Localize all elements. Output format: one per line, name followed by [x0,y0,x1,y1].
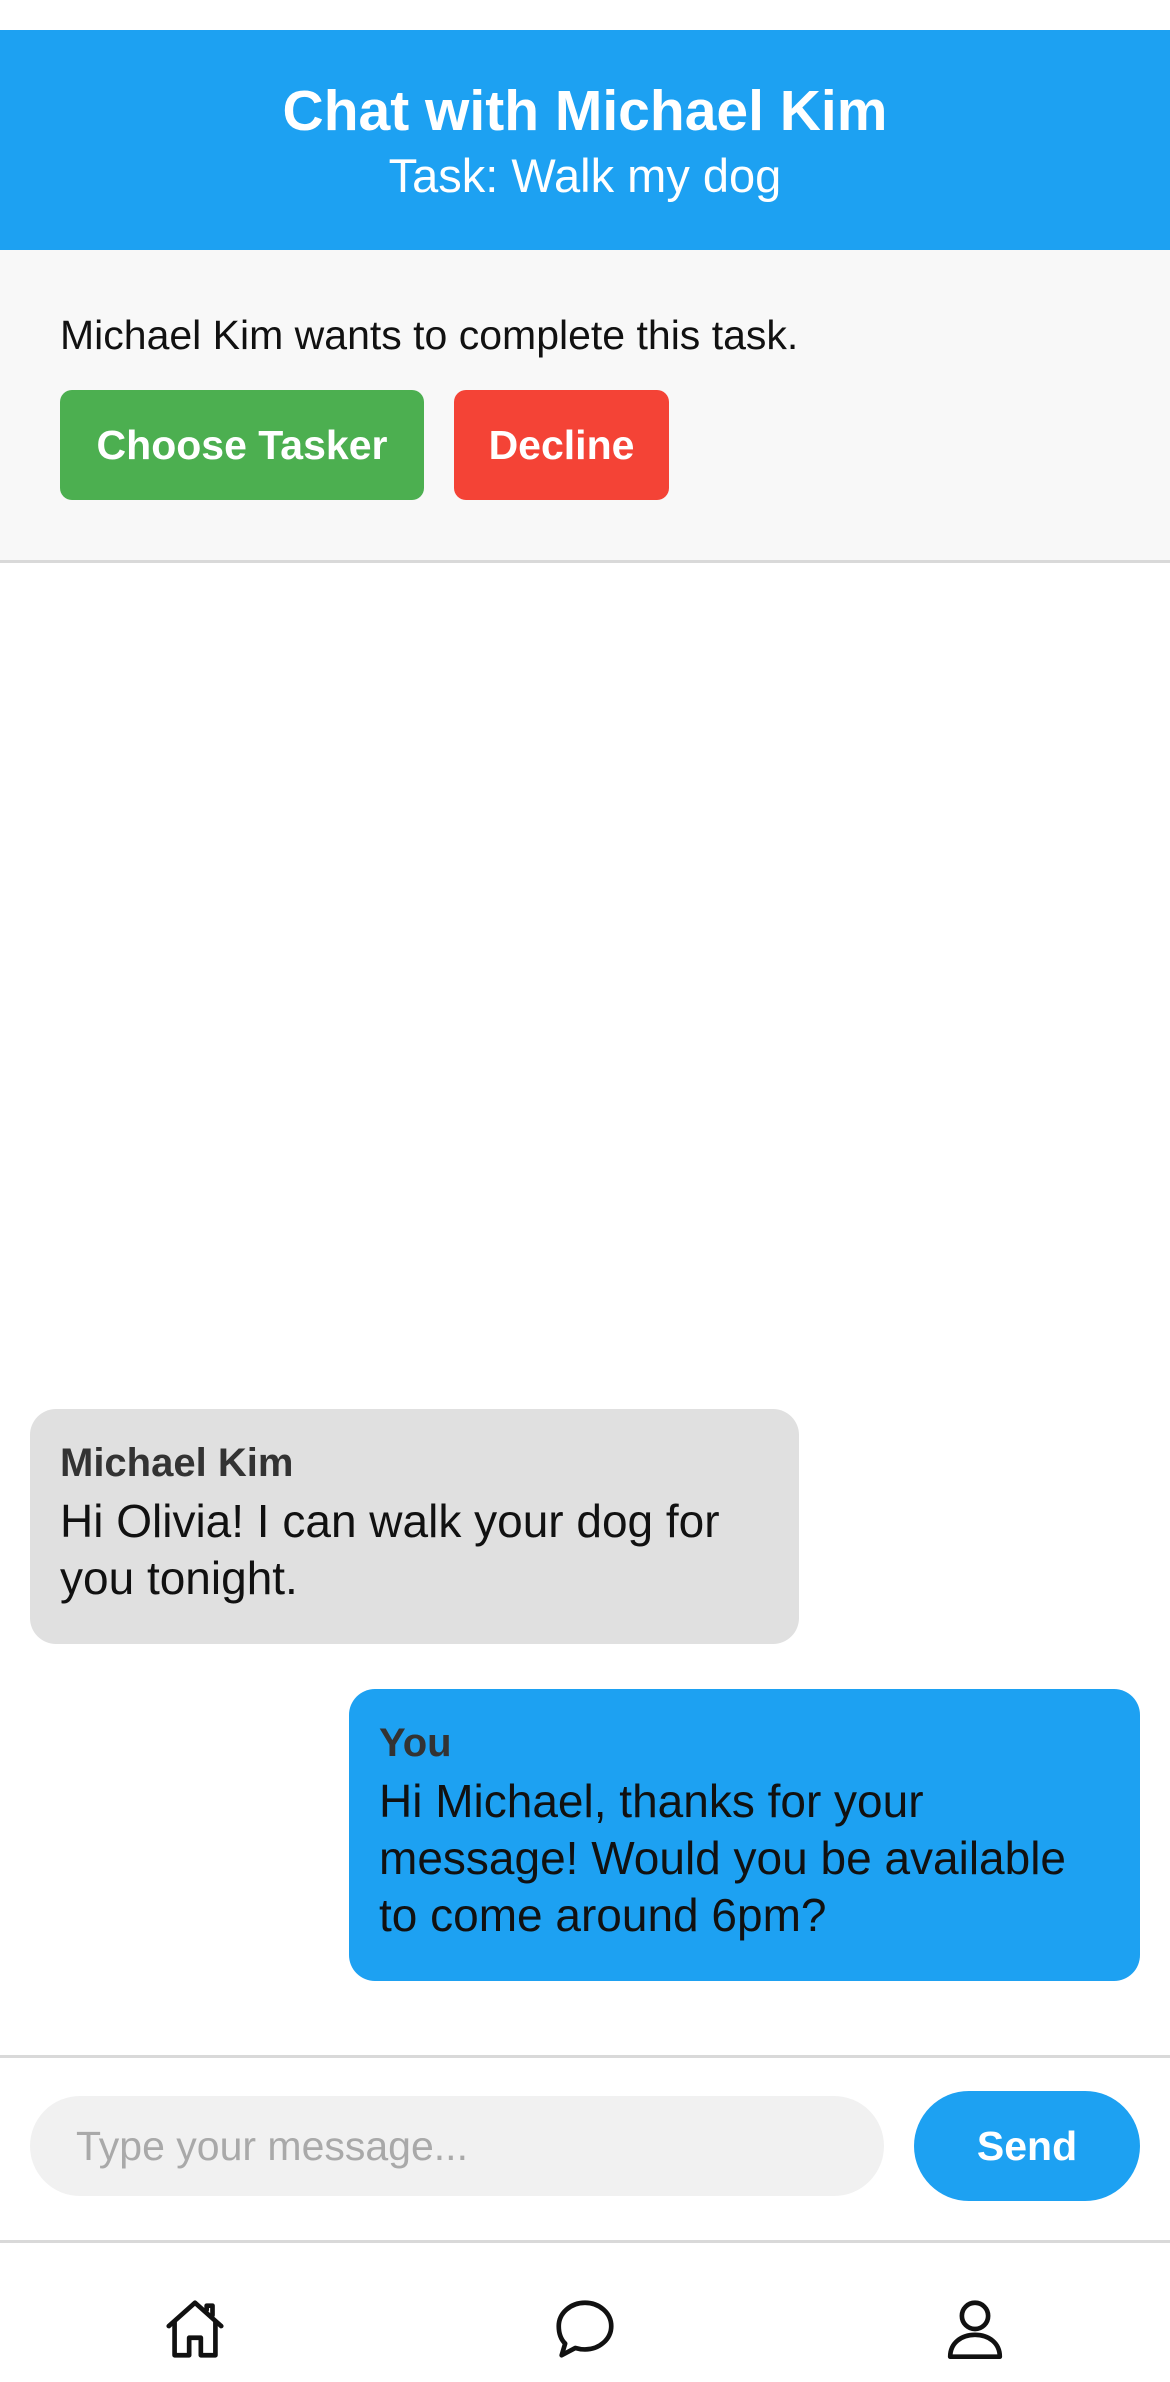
message-sender: Michael Kim [60,1441,294,1485]
message-text: Hi Michael, thanks for your message! Wou… [379,1775,1067,1941]
tasker-offer-panel: Michael Kim wants to complete this task.… [0,250,1170,563]
tab-home[interactable] [155,2291,235,2371]
page-title: Chat with Michael Kim [282,79,888,143]
profile-icon [940,2294,1010,2369]
message-text: Hi Olivia! I can walk your dog for you t… [60,1495,720,1604]
message-sender: You [379,1721,452,1765]
task-subtitle: Task: Walk my dog [388,149,782,202]
chat-screen: Chat with Michael Kim Task: Walk my dog … [0,0,1170,2382]
decline-button[interactable]: Decline [454,390,669,500]
tab-chat[interactable] [545,2291,625,2371]
tab-profile[interactable] [935,2291,1015,2371]
offer-message: Michael Kim wants to complete this task. [60,312,799,358]
message-input[interactable] [30,2096,884,2196]
message-composer: Send [0,2055,1170,2243]
message-list: Michael Kim Hi Olivia! I can walk your d… [0,563,1170,2055]
chat-header: Chat with Michael Kim Task: Walk my dog [0,30,1170,250]
outgoing-message-bubble: You Hi Michael, thanks for your message!… [349,1689,1140,1981]
choose-tasker-button[interactable]: Choose Tasker [60,390,424,500]
send-button[interactable]: Send [914,2091,1140,2201]
chat-icon [550,2294,620,2369]
home-icon [160,2294,230,2369]
incoming-message-bubble: Michael Kim Hi Olivia! I can walk your d… [30,1409,799,1644]
bottom-tab-bar [0,2243,1170,2382]
